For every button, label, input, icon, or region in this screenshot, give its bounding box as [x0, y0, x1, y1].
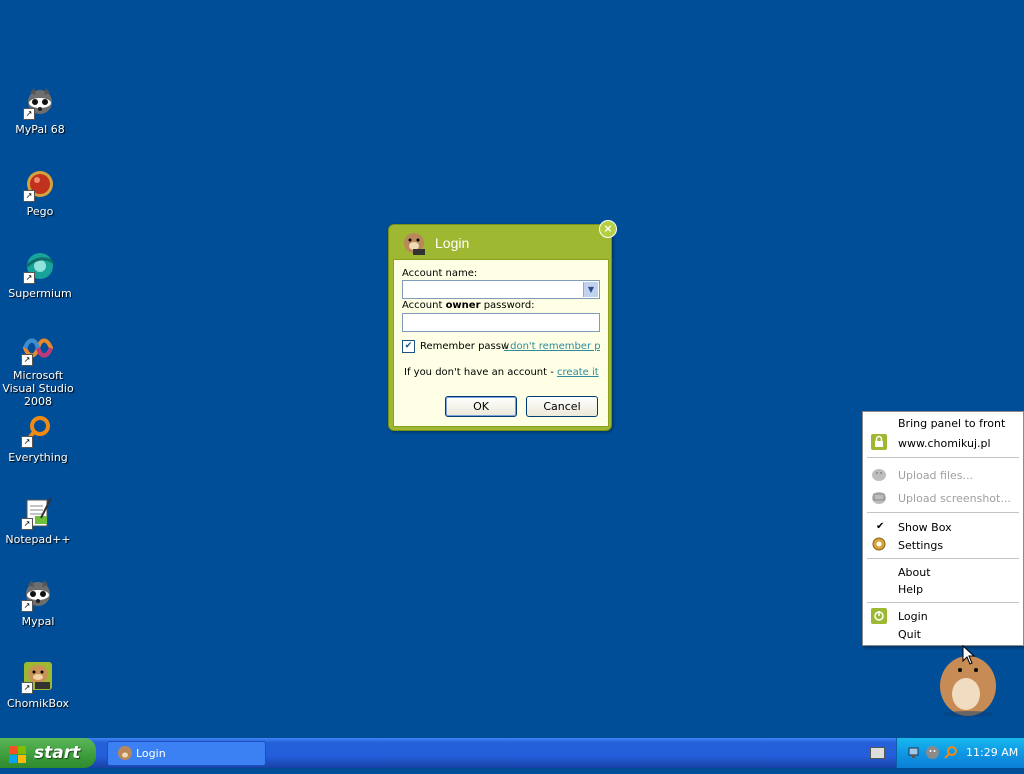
- checkmark-icon: ✔: [876, 521, 885, 532]
- magnifier-icon[interactable]: [943, 745, 958, 760]
- account-name-label: Account name:: [402, 268, 478, 279]
- desktop-icon-label: Supermium: [8, 287, 72, 300]
- desktop-icon-label: Microsoft Visual Studio 2008: [2, 369, 74, 408]
- shortcut-arrow-icon: ↗: [21, 354, 33, 366]
- menu-separator: [867, 602, 1019, 603]
- dialog-body: Account name: ▼ Account owner password: …: [393, 259, 609, 427]
- shortcut-arrow-icon: ↗: [21, 518, 33, 530]
- desktop-icon-everything[interactable]: ↗ Everything: [0, 414, 78, 464]
- dialog-title: Login: [435, 235, 470, 251]
- clock[interactable]: 11:29 AM: [966, 746, 1018, 759]
- remember-password-label: Remember passw: [420, 341, 510, 352]
- create-account-link[interactable]: create it: [557, 367, 599, 378]
- password-label: Account owner password:: [402, 300, 535, 311]
- menu-item-about[interactable]: About: [898, 566, 931, 579]
- desktop-icon-label: MyPal 68: [15, 123, 65, 136]
- lock-icon: [871, 434, 887, 450]
- desktop-icon-mypal[interactable]: ↗ Mypal: [0, 578, 78, 628]
- gear-icon: [871, 536, 887, 552]
- menu-item-chomikuj-website[interactable]: www.chomikuj.pl: [898, 437, 991, 450]
- remember-password-checkbox[interactable]: ✔: [402, 340, 415, 353]
- red-orb-icon: ↗: [23, 168, 57, 202]
- menu-item-login[interactable]: Login: [898, 610, 928, 623]
- password-field[interactable]: [402, 313, 600, 332]
- start-button[interactable]: start: [0, 738, 96, 768]
- desktop-icon-supermium[interactable]: ↗ Supermium: [0, 250, 80, 300]
- desktop-icon-label: ChomikBox: [7, 697, 69, 710]
- ok-button[interactable]: OK: [445, 396, 517, 417]
- menu-separator: [867, 558, 1019, 559]
- menu-item-help[interactable]: Help: [898, 583, 923, 596]
- desktop-icon-label: Mypal: [21, 615, 55, 628]
- menu-item-settings[interactable]: Settings: [898, 539, 943, 552]
- network-icon[interactable]: [907, 745, 922, 760]
- shortcut-arrow-icon: ↗: [21, 682, 33, 694]
- hamster-logo-icon: [117, 745, 133, 761]
- chomikbox-tray-icon[interactable]: [925, 745, 940, 760]
- taskbar: start Login 11:29 AM: [0, 738, 1024, 768]
- menu-separator: [867, 512, 1019, 513]
- chevron-down-icon[interactable]: ▼: [583, 282, 598, 297]
- menu-item-quit[interactable]: Quit: [898, 628, 921, 641]
- menu-item-bring-panel-to-front[interactable]: Bring panel to front: [898, 417, 1005, 430]
- start-label: start: [34, 743, 81, 763]
- password-label-bold: owner: [445, 300, 481, 311]
- mouse-cursor-icon: [962, 644, 976, 665]
- power-icon: [871, 608, 887, 624]
- shortcut-arrow-icon: ↗: [23, 272, 35, 284]
- forgot-password-link[interactable]: I don't remember pas: [504, 341, 600, 352]
- menu-item-show-box[interactable]: Show Box: [898, 521, 952, 534]
- desktop-icon-label: Notepad++: [5, 533, 71, 546]
- desktop-icon-label: Everything: [8, 451, 68, 464]
- close-icon[interactable]: ×: [599, 220, 617, 238]
- raccoon-icon: ↗: [21, 578, 55, 612]
- supermium-browser-icon: ↗: [23, 250, 57, 284]
- password-label-post: password:: [480, 300, 535, 311]
- tray-context-menu: Bring panel to front www.chomikuj.pl Upl…: [862, 411, 1024, 646]
- no-account-prefix: If you don't have an account -: [404, 367, 558, 378]
- notepad-icon: ↗: [21, 496, 55, 530]
- shortcut-arrow-icon: ↗: [23, 190, 35, 202]
- magnifier-icon: ↗: [21, 414, 55, 448]
- keyboard-icon[interactable]: [870, 747, 885, 759]
- upload-files-icon: [871, 466, 887, 482]
- raccoon-icon: ↗: [23, 86, 57, 120]
- login-dialog: Login × Account name: ▼ Account owner pa…: [388, 220, 617, 431]
- chomikbox-hamster-icon: ↗: [21, 660, 55, 694]
- windows-logo-icon: [9, 744, 27, 763]
- shortcut-arrow-icon: ↗: [21, 436, 33, 448]
- desktop-icon-pego[interactable]: ↗ Pego: [0, 168, 80, 218]
- desktop-icon-notepadpp[interactable]: ↗ Notepad++: [0, 496, 78, 546]
- desktop-icon-visual-studio[interactable]: ↗ Microsoft Visual Studio 2008: [0, 332, 78, 408]
- cancel-button[interactable]: Cancel: [526, 396, 598, 417]
- taskbar-button-label: Login: [136, 747, 166, 760]
- password-label-pre: Account: [402, 300, 446, 311]
- taskbar-button-login[interactable]: Login: [107, 741, 266, 766]
- desktop-icon-chomikbox[interactable]: ↗ ChomikBox: [0, 660, 78, 710]
- system-tray: 11:29 AM: [896, 738, 1024, 768]
- menu-separator: [867, 457, 1019, 458]
- desktop-icon-mypal68[interactable]: ↗ MyPal 68: [0, 86, 80, 136]
- upload-screenshot-icon: [871, 489, 887, 505]
- account-name-combobox[interactable]: ▼: [402, 280, 600, 299]
- visual-studio-icon: ↗: [21, 332, 55, 366]
- shortcut-arrow-icon: ↗: [23, 108, 35, 120]
- hamster-logo-icon: [401, 230, 427, 256]
- shortcut-arrow-icon: ↗: [21, 600, 33, 612]
- menu-item-upload-files: Upload files...: [898, 469, 974, 482]
- desktop-icon-label: Pego: [26, 205, 54, 218]
- menu-item-upload-screenshot: Upload screenshot...: [898, 492, 1011, 505]
- no-account-text: If you don't have an account - create it: [404, 367, 599, 378]
